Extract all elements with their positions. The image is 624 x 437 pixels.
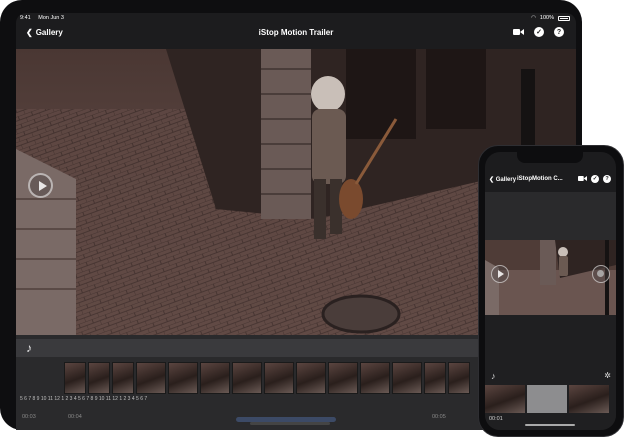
frame-thumbnail[interactable] xyxy=(360,362,390,394)
phone-nav-bar: ❮ Gallery iStopMotion C... ✓ ? xyxy=(485,173,616,189)
gear-icon[interactable]: ✲ xyxy=(604,371,611,380)
phone-back-label: Gallery xyxy=(495,177,517,183)
marketing-composite: 9:41 Mon Jun 3 ◠ 100% ❮ Gallery iStop Mo… xyxy=(0,0,624,437)
play-button[interactable] xyxy=(28,173,53,198)
back-label: Gallery xyxy=(35,28,63,37)
phone-blank-area xyxy=(485,192,616,240)
iphone-device: ❮ Gallery iStopMotion C... ✓ ? ♪ ✲ 00:01 xyxy=(478,145,624,437)
page-title: iStop Motion Trailer xyxy=(258,28,334,37)
home-indicator xyxy=(250,422,330,425)
phone-timeline[interactable]: ♪ ✲ 00:01 xyxy=(485,315,616,430)
phone-timecode: 00:01 xyxy=(489,416,503,422)
music-note-icon[interactable]: ♪ xyxy=(26,341,32,355)
status-bar: 9:41 Mon Jun 3 ◠ 100% xyxy=(16,13,576,23)
frame-thumbnail[interactable] xyxy=(328,362,358,394)
video-camera-icon[interactable] xyxy=(578,175,587,182)
frame-thumbnail[interactable] xyxy=(136,362,166,394)
battery-icon xyxy=(558,15,570,21)
frame-thumbnail[interactable] xyxy=(485,385,525,413)
phone-audio-track[interactable]: ♪ ✲ xyxy=(485,371,616,383)
frame-thumbnail[interactable] xyxy=(392,362,422,394)
phone-back-button[interactable]: ❮ Gallery xyxy=(489,176,516,183)
phone-frame-strip[interactable] xyxy=(485,385,609,413)
frame-thumbnail[interactable] xyxy=(88,362,110,394)
nav-bar: ❮ Gallery iStop Motion Trailer ✓ ? xyxy=(16,23,576,49)
frame-thumbnail[interactable] xyxy=(264,362,294,394)
status-time: 9:41 xyxy=(20,15,31,21)
music-note-icon[interactable]: ♪ xyxy=(491,371,496,381)
frame-thumbnail[interactable] xyxy=(569,385,609,413)
timecode-mid: 00:04 xyxy=(68,414,82,420)
notch xyxy=(517,152,583,163)
frame-thumbnail[interactable] xyxy=(448,362,470,394)
phone-play-button[interactable] xyxy=(491,265,509,283)
frame-thumbnail[interactable] xyxy=(424,362,446,394)
phone-frame-viewer[interactable] xyxy=(485,240,616,315)
check-circle-icon[interactable]: ✓ xyxy=(534,27,544,37)
phone-page-title: iStopMotion C... xyxy=(517,176,563,182)
frame-thumbnail[interactable] xyxy=(296,362,326,394)
help-icon[interactable]: ? xyxy=(603,175,611,183)
frame-thumbnail-selected[interactable] xyxy=(527,385,567,413)
phone-capture-button[interactable] xyxy=(592,265,610,283)
battery-percent: 100% xyxy=(539,15,554,21)
help-icon[interactable]: ? xyxy=(554,27,564,37)
frame-thumbnail[interactable] xyxy=(200,362,230,394)
timecode-left: 00:03 xyxy=(22,414,36,420)
check-circle-icon[interactable]: ✓ xyxy=(591,175,599,183)
status-date: Mon Jun 3 xyxy=(38,15,64,21)
chevron-left-icon: ❮ xyxy=(26,28,33,37)
frame-thumbnail[interactable] xyxy=(64,362,86,394)
back-button[interactable]: ❮ Gallery xyxy=(26,28,63,37)
phone-home-indicator xyxy=(525,424,575,426)
frame-thumbnail[interactable] xyxy=(112,362,134,394)
iphone-screen: ❮ Gallery iStopMotion C... ✓ ? ♪ ✲ 00:01 xyxy=(485,152,616,430)
timecode-right: 00:05 xyxy=(432,414,446,420)
frame-strip[interactable] xyxy=(64,362,470,394)
frame-thumbnail[interactable] xyxy=(232,362,262,394)
frame-thumbnail[interactable] xyxy=(168,362,198,394)
video-camera-icon[interactable] xyxy=(513,28,524,36)
wifi-icon: ◠ xyxy=(531,15,536,21)
